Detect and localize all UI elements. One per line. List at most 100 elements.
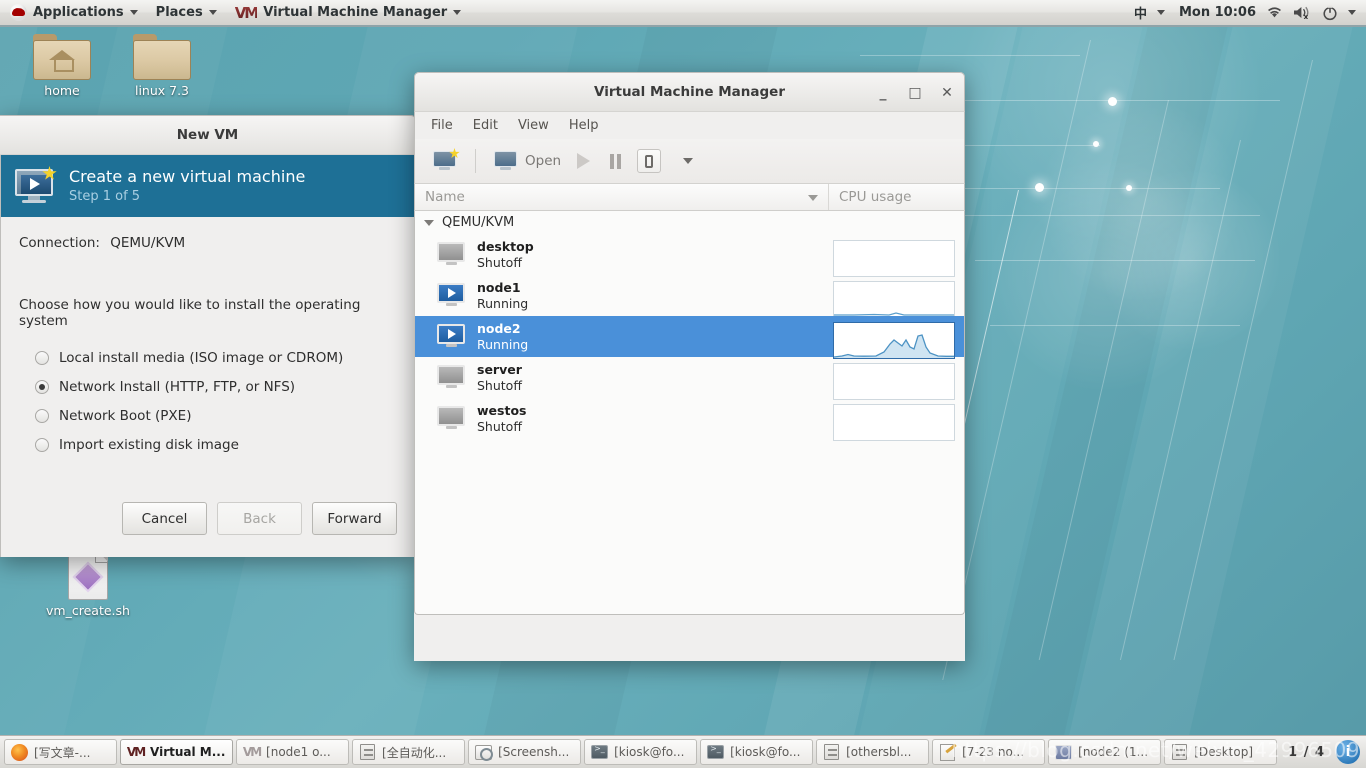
radio-network-boot-pxe[interactable]: Network Boot (PXE) <box>19 401 397 430</box>
taskbar-item-terminal-2[interactable]: [kiosk@fo... <box>700 739 814 765</box>
taskbar-item-terminal-1[interactable]: [kiosk@fo... <box>584 739 698 765</box>
forward-button[interactable]: Forward <box>312 502 397 535</box>
taskbar-item-screenshot[interactable]: [Screensh... <box>468 739 582 765</box>
taskbar-item-label: [kiosk@fo... <box>730 745 801 759</box>
close-button[interactable]: ✕ <box>938 84 956 102</box>
taskbar-item-label: [node1 o... <box>266 745 331 759</box>
vmm-icon: VM <box>242 745 262 759</box>
connection-row: Connection: QEMU/KVM <box>19 217 397 251</box>
play-icon[interactable] <box>577 153 591 169</box>
clock[interactable]: Mon 10:06 <box>1179 5 1256 20</box>
tray-indicator-icon[interactable]: i <box>1336 740 1361 764</box>
connection-value: QEMU/KVM <box>110 235 186 251</box>
new-vm-title: New VM <box>176 127 239 143</box>
create-new-vm-button[interactable] <box>427 147 463 175</box>
monitor-icon <box>494 151 518 171</box>
radio-local-install-media[interactable]: Local install media (ISO image or CDROM) <box>19 343 397 372</box>
radio-network-install[interactable]: Network Install (HTTP, FTP, or NFS) <box>19 372 397 401</box>
vm-running-icon <box>437 323 467 350</box>
input-method-indicator[interactable]: 中 <box>1134 3 1147 22</box>
places-menu[interactable]: Places <box>148 0 225 25</box>
cpu-sparkline <box>833 322 955 359</box>
vmm-icon: VM <box>234 3 260 22</box>
taskbar-item-node1[interactable]: VM [node1 o... <box>236 739 350 765</box>
back-button[interactable]: Back <box>217 502 302 535</box>
desktop-icon-label: vm_create.sh <box>46 603 130 618</box>
vm-state: Running <box>477 295 529 311</box>
pause-icon[interactable] <box>610 153 622 169</box>
applications-menu[interactable]: Applications <box>2 0 146 25</box>
taskbar-item-archive-1[interactable]: [全自动化... <box>352 739 466 765</box>
vm-state: Running <box>477 336 529 352</box>
chevron-down-icon[interactable] <box>1156 10 1165 15</box>
chevron-down-icon <box>453 10 462 15</box>
taskbar-item-firefox[interactable]: [写文章-... <box>4 739 118 765</box>
taskbar-item-label: [7-23 no... <box>962 745 1025 759</box>
chevron-down-icon[interactable] <box>683 158 694 164</box>
radio-label: Network Boot (PXE) <box>59 407 192 424</box>
install-method-group: Local install media (ISO image or CDROM)… <box>19 343 397 459</box>
active-application-menu[interactable]: VM Virtual Machine Manager <box>227 0 469 25</box>
desktop-icon-vm-create-sh[interactable]: vm_create.sh <box>40 550 136 618</box>
vm-name: westos <box>477 402 527 418</box>
cpu-sparkline <box>833 240 955 277</box>
vmm-menubar: File Edit View Help <box>414 112 965 139</box>
wifi-icon[interactable] <box>1266 5 1283 20</box>
volume-muted-icon[interactable]: x <box>1293 5 1312 20</box>
system-status-area: 中 Mon 10:06 x <box>1134 3 1366 22</box>
table-row[interactable]: desktop Shutoff <box>415 234 964 277</box>
minimize-button[interactable]: _ <box>874 84 892 102</box>
new-vm-titlebar: New VM <box>0 115 416 155</box>
vm-name: server <box>477 361 522 377</box>
taskbar-item-virtual-machine-manager[interactable]: VM Virtual M... <box>120 739 234 765</box>
shutdown-icon[interactable] <box>637 149 662 173</box>
vmm-toolbar: Open <box>414 139 965 184</box>
radio-import-existing-disk-image[interactable]: Import existing disk image <box>19 430 397 459</box>
connection-group-qemu-kvm[interactable]: QEMU/KVM <box>415 211 964 234</box>
workspace-switcher[interactable]: 1 / 4 <box>1280 745 1333 760</box>
vm-list[interactable]: QEMU/KVM desktop Shutoff node1 Running n… <box>414 211 965 615</box>
redhat-logo-icon <box>10 4 27 21</box>
cpu-sparkline <box>833 363 955 400</box>
taskbar-item-label: Virtual M... <box>150 745 226 759</box>
taskbar-item-notes[interactable]: [7-23 no... <box>932 739 1046 765</box>
radio-label: Local install media (ISO image or CDROM) <box>59 349 344 366</box>
vm-shutoff-icon <box>437 241 467 268</box>
table-row[interactable]: westos Shutoff <box>415 398 964 441</box>
desktop-icon-label: linux 7.3 <box>134 83 190 98</box>
vm-name: node2 <box>477 320 521 336</box>
open-button[interactable]: Open <box>488 147 567 175</box>
archive-icon <box>1171 744 1188 761</box>
column-header-name[interactable]: Name <box>415 184 829 210</box>
radio-indicator-selected <box>35 379 49 394</box>
new-vm-icon <box>433 148 460 171</box>
connection-label: Connection: <box>19 235 100 251</box>
menu-edit[interactable]: Edit <box>465 115 506 136</box>
taskbar-item-label: [kiosk@fo... <box>614 745 685 759</box>
cancel-button[interactable]: Cancel <box>122 502 207 535</box>
maximize-button[interactable]: □ <box>906 84 924 102</box>
power-icon[interactable] <box>1322 5 1338 21</box>
folder-icon <box>133 34 191 80</box>
table-row-selected[interactable]: node2 Running <box>415 316 964 359</box>
taskbar-item-node2[interactable]: [node2 (1... <box>1048 739 1162 765</box>
table-row[interactable]: node1 Running <box>415 275 964 318</box>
column-header-name-label: Name <box>425 189 465 205</box>
desktop-icon-home[interactable]: home <box>14 34 110 98</box>
menu-help[interactable]: Help <box>561 115 607 136</box>
column-header-cpu-usage[interactable]: CPU usage <box>829 184 964 210</box>
taskbar-item-desktop[interactable]: [Desktop] <box>1164 739 1278 765</box>
open-button-label: Open <box>525 153 562 169</box>
vm-shutoff-icon <box>437 405 467 432</box>
taskbar-item-archive-2[interactable]: [othersbl... <box>816 739 930 765</box>
chevron-down-icon[interactable] <box>1348 10 1356 15</box>
menu-file[interactable]: File <box>423 115 461 136</box>
applications-menu-label: Applications <box>33 5 124 20</box>
taskbar-item-label: [Screensh... <box>498 745 570 759</box>
svg-text:x: x <box>1304 13 1309 20</box>
table-row[interactable]: server Shutoff <box>415 357 964 400</box>
terminal-icon <box>707 744 725 761</box>
vm-running-icon <box>437 282 467 309</box>
desktop-icon-linux73[interactable]: linux 7.3 <box>114 34 210 98</box>
menu-view[interactable]: View <box>510 115 557 136</box>
